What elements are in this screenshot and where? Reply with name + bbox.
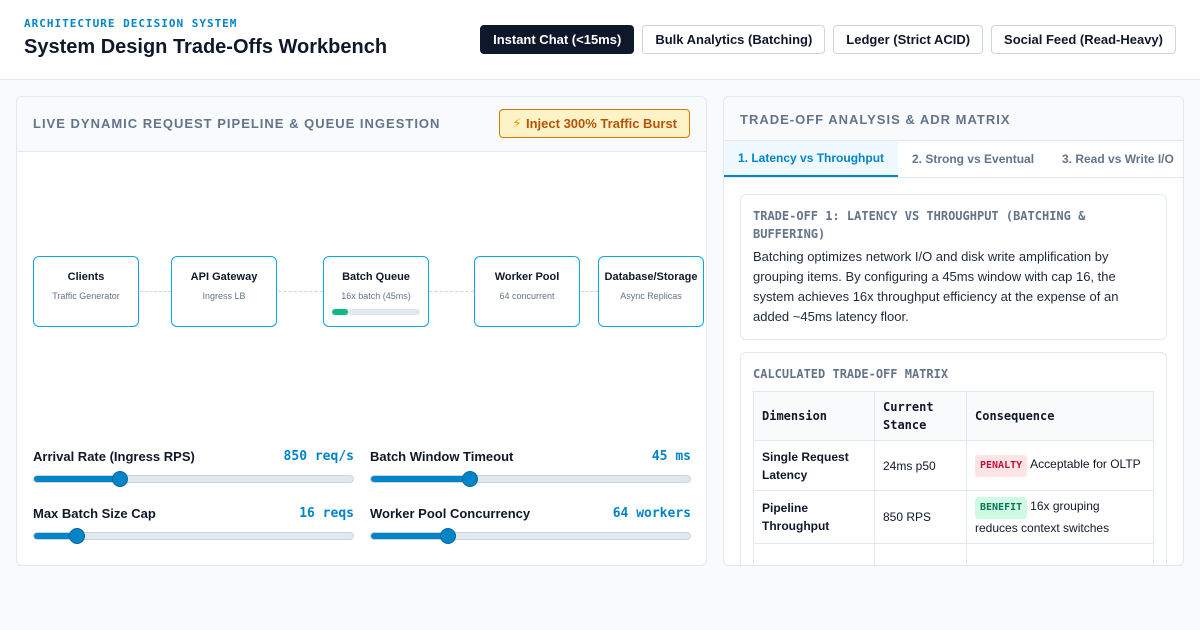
benefit-badge: BENEFIT (975, 497, 1028, 519)
preset-toolbar: Instant Chat (<15ms) Bulk Analytics (Bat… (480, 25, 1176, 54)
max-batch-size-slider[interactable] (33, 528, 354, 544)
node-subtitle: 64 concurrent (499, 291, 555, 301)
explanation-text: Batching optimizes network I/O and disk … (753, 249, 1119, 324)
penalty-badge: PENALTY (975, 454, 1028, 477)
preset-instant-chat-button[interactable]: Instant Chat (<15ms) (480, 25, 635, 54)
pipeline-diagram: Clients Traffic Generator API Gateway In… (17, 153, 706, 433)
max-batch-size-control: Max Batch Size Cap 16 reqs (33, 499, 354, 549)
slider-fill (371, 533, 448, 539)
consequence-cell: BENEFIT 16x grouping reduces context swit… (966, 490, 1154, 544)
column-header: Dimension (753, 391, 875, 441)
column-header: Consequence (966, 391, 1154, 441)
stance-cell: 850 RPS (874, 490, 967, 544)
tab-strong-vs-eventual[interactable]: 2. Strong vs Eventual (898, 141, 1048, 177)
tradeoff-matrix-card: CALCULATED TRADE-OFF MATRIX Dimension Cu… (740, 352, 1167, 565)
table-row: Single Request Latency 24ms p50 PENALTY A… (753, 440, 1154, 491)
node-name: Batch Queue (342, 271, 410, 283)
stance-cell (874, 543, 967, 565)
node-name: Worker Pool (494, 271, 560, 283)
matrix-heading: CALCULATED TRADE-OFF MATRIX (753, 367, 949, 381)
pipeline-panel-title: LIVE DYNAMIC REQUEST PIPELINE & QUEUE IN… (33, 116, 441, 131)
slider-thumb[interactable] (69, 528, 86, 544)
consequence-cell: PENALTY Acceptable for OLTP (966, 440, 1154, 491)
app-eyebrow: ARCHITECTURE DECISION SYSTEM (24, 17, 238, 30)
node-subtitle: Async Replicas (620, 291, 682, 301)
pipeline-panel-header: LIVE DYNAMIC REQUEST PIPELINE & QUEUE IN… (17, 97, 706, 152)
control-value: 64 workers (612, 506, 691, 521)
preset-social-feed-button[interactable]: Social Feed (Read-Heavy) (991, 25, 1176, 54)
page-title: System Design Trade-Offs Workbench (24, 36, 388, 58)
connector-queue-workers (429, 291, 474, 292)
worker-concurrency-control: Worker Pool Concurrency 64 workers (370, 499, 691, 549)
queue-fill-bar (332, 309, 420, 315)
tab-read-vs-write[interactable]: 3. Read vs Write I/O (1048, 141, 1183, 177)
batch-window-control: Batch Window Timeout 45 ms (370, 442, 691, 492)
node-subtitle: 16x batch (45ms) (341, 291, 411, 301)
node-name: Clients (67, 271, 105, 283)
control-label: Batch Window Timeout (370, 449, 514, 464)
control-value: 16 reqs (299, 506, 354, 521)
worker-concurrency-slider[interactable] (370, 528, 691, 544)
queue-fill-level (332, 309, 348, 315)
node-batch-queue[interactable]: Batch Queue 16x batch (45ms) (323, 256, 429, 327)
pipeline-panel: LIVE DYNAMIC REQUEST PIPELINE & QUEUE IN… (16, 96, 707, 566)
analysis-tabs: 1. Latency vs Throughput 2. Strong vs Ev… (724, 141, 1183, 178)
top-bar: ARCHITECTURE DECISION SYSTEM System Desi… (0, 0, 1200, 80)
node-clients[interactable]: Clients Traffic Generator (33, 256, 139, 327)
consequence-cell (966, 543, 1154, 565)
control-label: Max Batch Size Cap (33, 506, 156, 521)
analysis-panel-header: TRADE-OFF ANALYSIS & ADR MATRIX (724, 97, 1183, 141)
arrival-rate-slider[interactable] (33, 471, 354, 487)
consequence-text: Acceptable for OLTP (1030, 456, 1141, 471)
analysis-panel-title: TRADE-OFF ANALYSIS & ADR MATRIX (740, 112, 1011, 127)
connector-gateway-queue (278, 291, 323, 292)
connector-clients-gateway (140, 291, 171, 292)
slider-fill (371, 476, 470, 482)
preset-bulk-analytics-button[interactable]: Bulk Analytics (Batching) (642, 25, 826, 54)
analysis-panel: TRADE-OFF ANALYSIS & ADR MATRIX 1. Laten… (723, 96, 1184, 566)
control-label: Worker Pool Concurrency (370, 506, 531, 521)
control-label: Arrival Rate (Ingress RPS) (33, 449, 195, 464)
control-value: 850 req/s (283, 449, 354, 464)
slider-thumb[interactable] (112, 471, 129, 487)
node-database-storage[interactable]: Database/Storage Async Replicas (598, 256, 704, 327)
node-api-gateway[interactable]: API Gateway Ingress LB (171, 256, 277, 327)
arrival-rate-control: Arrival Rate (Ingress RPS) 850 req/s (33, 442, 354, 492)
connector-workers-database (581, 291, 598, 292)
batch-window-slider[interactable] (370, 471, 691, 487)
node-subtitle: Traffic Generator (52, 291, 120, 301)
node-worker-pool[interactable]: Worker Pool 64 concurrent (474, 256, 580, 327)
dimension-cell: Pipeline Throughput (753, 490, 875, 544)
burst-button-label: Inject 300% Traffic Burst (526, 116, 677, 131)
node-name: API Gateway (190, 271, 258, 283)
table-header-row: Dimension Current Stance Consequence (753, 391, 1154, 441)
slider-fill (34, 476, 121, 482)
dimension-cell: Single Request Latency (753, 440, 875, 491)
tradeoff-matrix-table: Dimension Current Stance Consequence Sin… (753, 391, 1154, 565)
table-row: Pipeline Throughput 850 RPS BENEFIT 16x g… (753, 490, 1154, 544)
tab-latency-vs-throughput[interactable]: 1. Latency vs Throughput (724, 141, 899, 177)
dimension-cell (753, 543, 875, 565)
inject-traffic-burst-button[interactable]: ⚡ Inject 300% Traffic Burst (499, 109, 690, 138)
slider-thumb[interactable] (461, 471, 478, 487)
slider-thumb[interactable] (439, 528, 456, 544)
table-row (753, 543, 1154, 565)
node-subtitle: Ingress LB (202, 291, 246, 301)
control-value: 45 ms (651, 449, 691, 464)
tradeoff-explanation-card: TRADE-OFF 1: LATENCY VS THROUGHPUT (BATC… (740, 194, 1167, 340)
preset-ledger-button[interactable]: Ledger (Strict ACID) (833, 25, 984, 54)
explanation-heading: TRADE-OFF 1: LATENCY VS THROUGHPUT (BATC… (753, 209, 1086, 241)
lightning-bolt-icon: ⚡ (512, 115, 522, 131)
column-header: Current Stance (874, 391, 967, 441)
node-name: Database/Storage (604, 271, 698, 283)
stance-cell: 24ms p50 (874, 440, 967, 491)
